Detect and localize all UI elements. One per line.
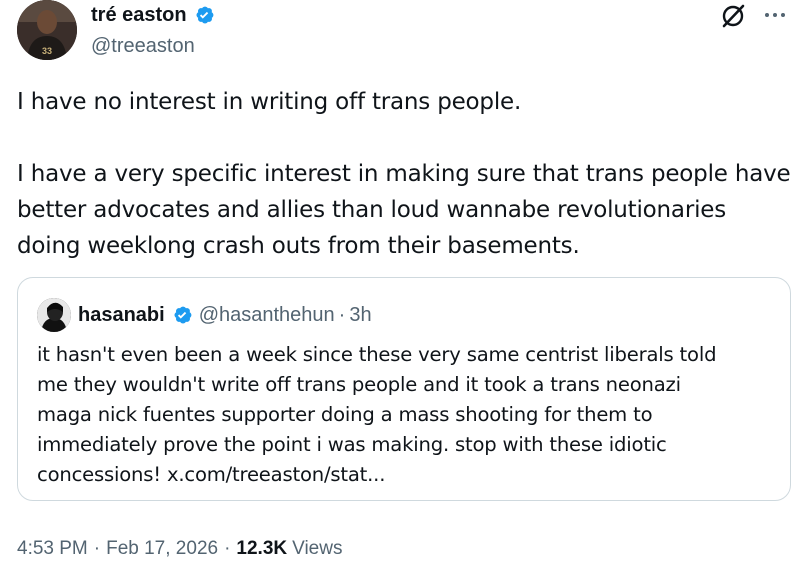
quote-text-line: maga nick fuentes supporter doing a mass…: [37, 403, 653, 426]
verified-badge-icon: [174, 306, 192, 324]
views-count[interactable]: 12.3K: [236, 537, 287, 561]
author-name-row[interactable]: tré easton: [91, 3, 215, 27]
author-handle[interactable]: @treeaston: [91, 34, 195, 58]
tweet-date[interactable]: Feb 17, 2026: [106, 537, 218, 561]
tweet-paragraph-line: better advocates and allies than loud wa…: [17, 197, 726, 223]
author-name[interactable]: tré easton: [91, 3, 187, 27]
more-dots-icon[interactable]: [763, 6, 787, 24]
separator-dot: ·: [93, 538, 101, 559]
separator-dot: ·: [224, 538, 231, 559]
separator-dot: ·: [338, 304, 346, 326]
quote-avatar[interactable]: [37, 298, 71, 332]
quote-tweet-card[interactable]: hasanabi @hasanthehun · 3h it hasn't eve…: [17, 277, 791, 501]
quote-text-line: concessions! x.com/treeaston/stat...: [37, 463, 386, 486]
quote-text-line: it hasn't even been a week since these v…: [37, 343, 717, 366]
grok-icon[interactable]: [720, 3, 746, 29]
quote-author-handle[interactable]: @hasanthehun: [199, 302, 335, 328]
svg-text:33: 33: [42, 46, 52, 56]
verified-badge-icon: [196, 6, 213, 24]
author-avatar[interactable]: 33: [17, 0, 77, 60]
tweet-paragraph-line: I have a very specific interest in makin…: [17, 161, 791, 187]
quote-text: it hasn't even been a week since these v…: [37, 340, 782, 490]
views-label: Views: [292, 538, 343, 559]
quote-text-line: me they wouldn't write off trans people …: [37, 373, 681, 396]
quote-author-name[interactable]: hasanabi: [78, 302, 165, 328]
tweet-paragraph-line: doing weeklong crash outs from their bas…: [17, 233, 580, 259]
quote-timestamp[interactable]: 3h: [349, 302, 371, 328]
tweet-time[interactable]: 4:53 PM: [17, 537, 88, 561]
quote-header: hasanabi @hasanthehun · 3h: [78, 302, 372, 328]
tweet-paragraph-line: I have no interest in writing off trans …: [17, 89, 522, 115]
tweet-text: I have no interest in writing off trans …: [17, 84, 797, 264]
tweet-meta: 4:53 PM · Feb 17, 2026 · 12.3K Views: [17, 537, 342, 561]
quote-text-line: immediately prove the point i was making…: [37, 433, 667, 456]
